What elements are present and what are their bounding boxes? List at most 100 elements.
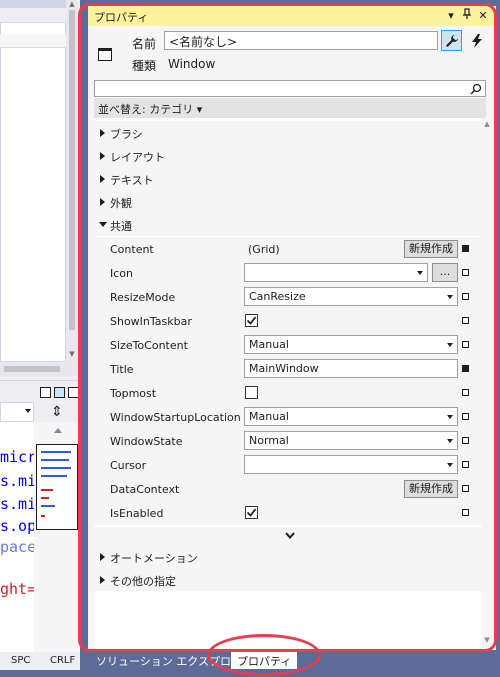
property-row-windowstartuplocation: WindowStartupLocation Manual [94,405,486,429]
category-text[interactable]: テキスト [94,167,486,190]
property-marker[interactable] [462,269,469,276]
swap-panes-icon[interactable]: ⇕ [34,402,80,422]
line-ending-indicator[interactable]: CRLF [50,655,75,666]
checkmark-icon [246,316,257,325]
browse-icon-button[interactable]: ... [432,263,458,282]
scroll-thumb[interactable] [4,366,60,372]
xaml-code-editor[interactable]: micro s.mic s.mic s.op pace ght=' [0,422,34,652]
expand-icon[interactable] [100,576,105,584]
expand-icon[interactable] [100,198,105,206]
scroll-down-icon[interactable]: ▼ [483,636,491,644]
property-marker[interactable] [462,413,469,420]
split-vertical-icon[interactable] [40,387,51,398]
chevron-down-icon [417,271,423,275]
chevron-down-icon [447,439,453,443]
property-name: ShowInTaskbar [110,315,192,328]
code-line: pace [0,538,34,556]
property-marker[interactable] [462,365,469,372]
property-name: Cursor [110,459,147,472]
cursor-combobox[interactable] [244,455,458,474]
property-grid: ブラシ レイアウト テキスト 外観 共通 Content (Grid) 新規作成… [94,118,486,648]
type-label: 種類 [132,59,157,73]
name-input[interactable]: <名前なし> [164,31,438,50]
designer-vertical-scrollbar[interactable]: ▲ ▼ [66,0,78,362]
properties-title-bar[interactable]: プロパティ ▾ ✕ [88,6,496,26]
search-icon [470,83,482,95]
object-header: 名前 <名前なし> 種類 Window [88,26,496,78]
expand-icon[interactable] [100,175,105,183]
property-marker[interactable] [462,509,469,516]
new-content-button[interactable]: 新規作成 [404,240,458,258]
resizemode-combobox[interactable]: CanResize [244,287,458,306]
property-name: Content [110,243,154,256]
scroll-up-icon[interactable] [54,428,62,433]
expand-icon[interactable] [100,129,105,137]
property-row-icon: Icon ... [94,261,486,285]
property-marker[interactable] [462,485,469,492]
startuplocation-combobox[interactable]: Manual [244,407,458,426]
wrench-icon [445,34,458,47]
category-brush[interactable]: ブラシ [94,121,486,144]
scroll-up-icon[interactable]: ▲ [68,0,76,8]
category-appearance[interactable]: 外観 [94,190,486,213]
property-marker[interactable] [462,437,469,444]
category-layout[interactable]: レイアウト [94,144,486,167]
property-grid-scrollbar[interactable]: ▲ ▼ [482,118,492,648]
editor-status-bar: SPC CRLF [0,652,80,670]
tab-properties[interactable]: プロパティ [231,651,298,669]
collapse-icon[interactable] [99,222,107,227]
category-automation[interactable]: オートメーション [94,545,486,568]
type-value: Window [168,57,216,71]
showintaskbar-checkbox[interactable] [245,314,258,327]
property-name: Icon [110,267,133,280]
split-horizontal-icon[interactable] [54,387,65,398]
pin-icon[interactable] [460,8,474,24]
isenabled-checkbox[interactable] [245,506,258,519]
new-datacontext-button[interactable]: 新規作成 [404,480,458,498]
property-marker[interactable] [462,317,469,324]
properties-window: プロパティ ▾ ✕ 名前 <名前なし> 種類 Window 並べ替え: カテゴリ… [88,6,496,650]
xaml-designer-surface[interactable]: ▲ ▼ [0,0,80,380]
minimap-viewport[interactable] [36,444,78,530]
windowstate-combobox[interactable]: Normal [244,431,458,450]
close-icon[interactable]: ✕ [476,8,490,24]
property-value: (Grid) [248,243,280,256]
designer-horizontal-scrollbar[interactable] [0,362,80,376]
name-label: 名前 [132,37,157,51]
icon-combobox[interactable] [244,263,428,282]
designer-canvas[interactable] [0,22,66,362]
property-marker[interactable] [462,341,469,348]
code-minimap[interactable] [34,422,80,652]
property-search-input[interactable] [94,80,486,97]
property-marker[interactable] [462,461,469,468]
property-marker[interactable] [462,293,469,300]
topmost-checkbox[interactable] [245,386,258,399]
checkmark-icon [246,508,257,517]
property-name: SizeToContent [110,339,188,352]
scroll-down-icon[interactable]: ▼ [68,350,76,358]
property-name: DataContext [110,483,180,496]
element-dropdown[interactable] [0,402,34,422]
category-common[interactable]: 共通 [94,213,486,236]
chevron-down-icon [447,343,453,347]
show-advanced-properties[interactable] [94,527,486,545]
property-marker[interactable] [462,389,469,396]
code-line: s.mic [0,495,34,513]
sizetocontent-combobox[interactable]: Manual [244,335,458,354]
property-row-datacontext: DataContext 新規作成 [94,477,486,501]
expand-icon[interactable] [100,152,105,160]
expand-icon[interactable] [100,553,105,561]
collapse-pane-icon[interactable] [68,387,79,398]
category-miscellaneous[interactable]: その他の指定 [94,568,486,591]
split-toolbar [0,380,80,402]
window-position-menu-icon[interactable]: ▾ [444,8,458,24]
properties-view-button[interactable] [441,30,462,51]
events-view-button[interactable] [466,30,487,51]
property-marker[interactable] [462,245,469,252]
window-object-icon [98,48,112,61]
sort-by-dropdown[interactable]: 並べ替え: カテゴリ ▾ [94,98,486,118]
encoding-indicator[interactable]: SPC [11,655,30,666]
scroll-up-icon[interactable]: ▲ [483,120,491,128]
scroll-thumb[interactable] [69,10,75,330]
title-textbox[interactable]: MainWindow [244,359,458,378]
